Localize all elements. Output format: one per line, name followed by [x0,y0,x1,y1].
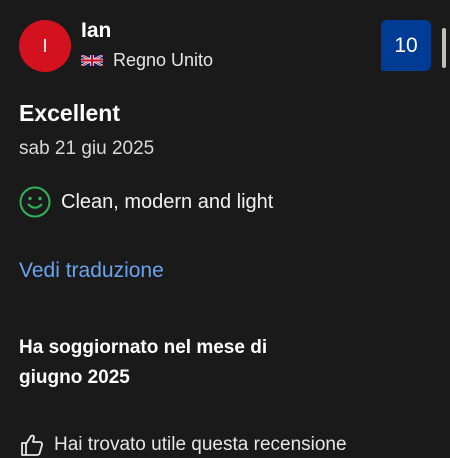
see-translation-link[interactable]: Vedi traduzione [19,259,164,283]
stay-info: Ha soggiornato nel mese di giugno 2025 [19,333,339,393]
positive-comment: Clean, modern and light [19,186,273,218]
helpful-button[interactable]: Hai trovato utile questa recensione [19,432,347,458]
review-card: I Ian Regno Unito 10 Excellent sab 21 gi… [0,0,450,456]
stay-info-line-2: giugno 2025 [19,367,130,388]
country-name: Regno Unito [113,50,214,70]
review-title: Excellent [19,100,120,126]
scrollbar[interactable] [442,28,446,68]
uk-flag-icon [81,55,103,66]
reviewer-country: Regno Unito [81,50,213,71]
positive-comment-text: Clean, modern and light [61,190,274,213]
thumbs-up-icon [21,434,44,456]
helpful-label: Hai trovato utile questa recensione [54,434,347,455]
review-date: sab 21 giu 2025 [19,138,155,159]
score-value: 10 [394,33,418,57]
score-badge: 10 [381,20,431,71]
avatar-initial: I [42,35,48,56]
smiley-icon [19,186,51,218]
avatar: I [19,20,71,72]
reviewer-name: Ian [81,19,112,42]
stay-info-line-1: Ha soggiornato nel mese di [19,337,268,358]
